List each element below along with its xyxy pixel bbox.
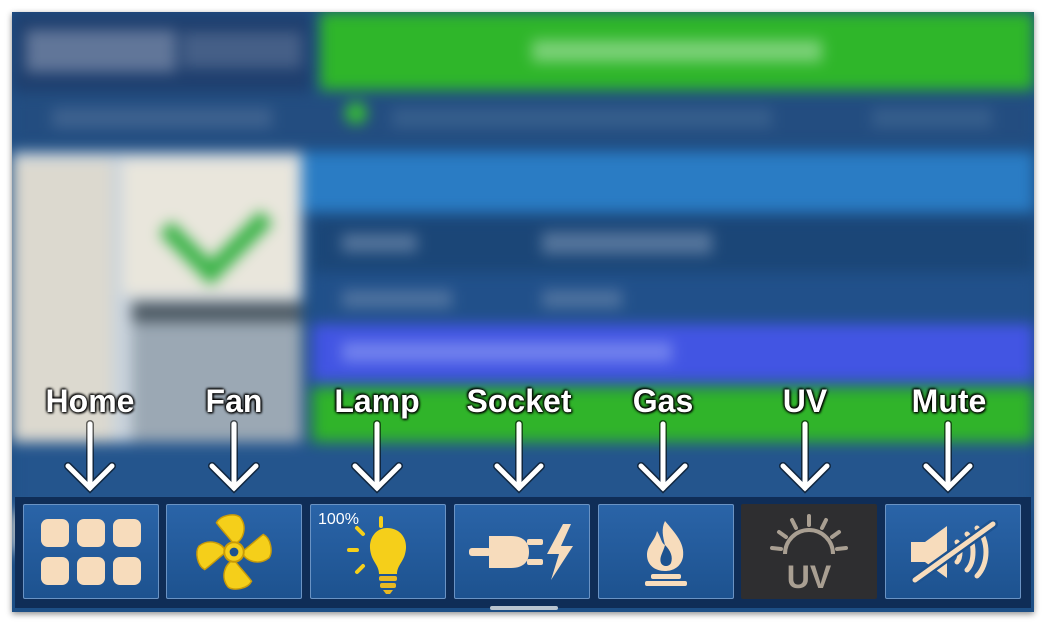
home-indicator-bar[interactable] — [490, 606, 558, 610]
uv-label: UV — [782, 383, 828, 419]
gas-label: Gas — [632, 383, 694, 419]
socket-button[interactable] — [454, 504, 590, 599]
down-arrow-icon — [779, 420, 831, 494]
fan-icon — [196, 513, 272, 590]
uv-icon-text: UV — [787, 559, 832, 592]
socket-label: Socket — [466, 383, 572, 419]
lamp-level-text: 100% — [318, 511, 359, 528]
uv-icon: UV — [770, 513, 848, 592]
speaker-muted-icon — [910, 519, 998, 584]
mute-button[interactable] — [885, 504, 1021, 599]
fan-button[interactable] — [166, 504, 302, 599]
down-arrow-icon — [922, 420, 974, 494]
bottom-toolbar: 100% UV — [15, 497, 1031, 608]
down-arrow-icon — [493, 420, 545, 494]
down-arrow-icon — [64, 420, 116, 494]
down-arrow-icon — [637, 420, 689, 494]
down-arrow-icon — [208, 420, 260, 494]
home-label: Home — [45, 383, 135, 419]
gas-button[interactable] — [598, 504, 734, 599]
lamp-label: Lamp — [334, 383, 420, 419]
fan-label: Fan — [205, 383, 263, 419]
home-button[interactable] — [23, 504, 159, 599]
plug-icon — [469, 523, 573, 580]
uv-button[interactable]: UV — [741, 504, 877, 599]
flame-icon — [645, 520, 687, 586]
mute-label: Mute — [911, 383, 987, 419]
grid-icon — [41, 518, 141, 585]
lamp-button[interactable]: 100% — [310, 504, 446, 599]
down-arrow-icon — [351, 420, 403, 494]
